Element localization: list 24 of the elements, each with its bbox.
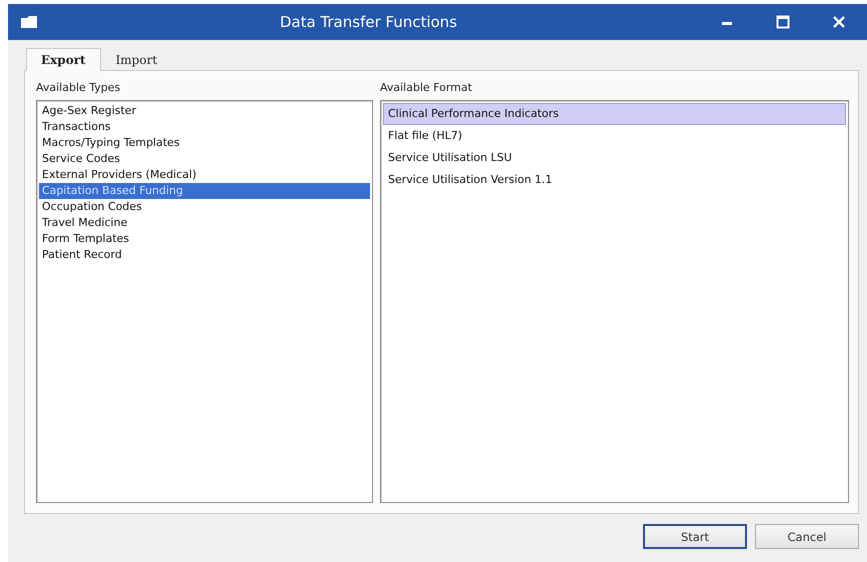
close-icon xyxy=(832,15,846,29)
tab[interactable]: Export xyxy=(26,48,101,71)
list-item[interactable]: Service Utilisation Version 1.1 xyxy=(383,169,846,191)
list-item[interactable]: Patient Record xyxy=(39,247,370,263)
dialog-button[interactable]: Cancel xyxy=(755,524,859,549)
list-label: Available Format xyxy=(380,81,474,94)
list-label: Available Types xyxy=(36,81,122,94)
list-item[interactable]: Service Codes xyxy=(39,151,370,167)
list-item[interactable]: External Providers (Medical) xyxy=(39,167,370,183)
list-item[interactable]: Macros/Typing Templates xyxy=(39,135,370,151)
list-item[interactable]: Form Templates xyxy=(39,231,370,247)
list-item[interactable]: Occupation Codes xyxy=(39,199,370,215)
folder-icon xyxy=(20,15,38,29)
list-item[interactable]: Travel Medicine xyxy=(39,215,370,231)
list-item[interactable]: Age-Sex Register xyxy=(39,103,370,119)
maximize-icon xyxy=(776,15,790,29)
window-title: Data Transfer Functions xyxy=(278,13,458,31)
list-item[interactable]: Flat file (HL7) xyxy=(383,125,846,147)
list-item[interactable]: Capitation Based Funding xyxy=(39,183,370,199)
tab[interactable]: Import xyxy=(100,48,172,71)
dialog-button[interactable]: Start xyxy=(643,524,747,549)
list-item[interactable]: Clinical Performance Indicators xyxy=(383,103,846,125)
list-item[interactable]: Transactions xyxy=(39,119,370,135)
list-item[interactable]: Service Utilisation LSU xyxy=(383,147,846,169)
